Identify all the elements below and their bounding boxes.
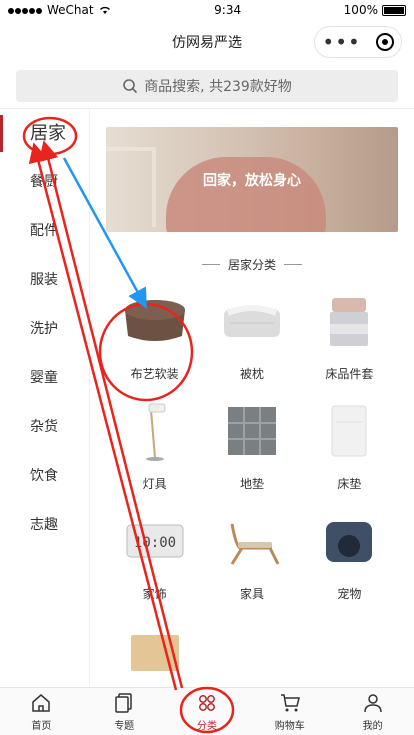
- subcategory-label: 宠物: [337, 587, 362, 601]
- subcategory-label: 被枕: [239, 367, 264, 381]
- search-wrapper: 商品搜索, 共239款好物: [0, 64, 414, 108]
- pouf-icon: [119, 285, 191, 357]
- tab-profile[interactable]: 我的: [331, 688, 414, 735]
- subcategory-item[interactable]: [106, 615, 203, 687]
- section-title: 居家分类: [106, 256, 398, 273]
- sidebar-item-food[interactable]: 饮食: [0, 452, 89, 501]
- home-icon: [32, 694, 51, 712]
- subcategory-label: 家饰: [142, 587, 167, 601]
- mattress-icon: [313, 395, 385, 467]
- category-main: 回家，放松身心 居家分类 布艺软装 被枕 床品件套 灯具 地垫 床垫 10:00…: [90, 109, 414, 687]
- topic-icon: [115, 693, 132, 713]
- category-sidebar: 居家 餐厨 配件 服装 洗护 婴童 杂货 饮食 志趣: [0, 109, 90, 687]
- tab-bar: 首页 专题 分类 购物车 我的: [0, 687, 414, 735]
- subcategory-label: 布艺软装: [130, 367, 179, 381]
- subcategory-item[interactable]: 床垫: [301, 395, 398, 491]
- tab-label: 专题: [114, 721, 135, 732]
- tab-label: 分类: [196, 721, 217, 732]
- battery-icon: [381, 4, 406, 16]
- svg-text:10:00: 10:00: [134, 535, 176, 551]
- lamp-icon: [119, 395, 191, 467]
- banner-shelf-illustration: [106, 147, 156, 227]
- subcategory-grid: 布艺软装 被枕 床品件套 灯具 地垫 床垫 10:00 家饰 家具 宠物: [106, 285, 398, 687]
- cart-icon: [280, 694, 300, 712]
- subcategory-item[interactable]: 布艺软装: [106, 285, 203, 381]
- user-icon: [363, 694, 382, 713]
- tab-topic[interactable]: 专题: [83, 688, 166, 735]
- sidebar-item-misc[interactable]: 杂货: [0, 403, 89, 452]
- page-title: 仿网易严选: [172, 35, 242, 51]
- banner-text: 回家，放松身心: [203, 172, 301, 189]
- sidebar-item-kitchen[interactable]: 餐厨: [0, 158, 89, 207]
- sidebar-item-baby[interactable]: 婴童: [0, 354, 89, 403]
- subcategory-item[interactable]: 床品件套: [301, 285, 398, 381]
- battery-label: 100%: [343, 3, 378, 17]
- sidebar-item-care[interactable]: 洗护: [0, 305, 89, 354]
- category-icon: [199, 695, 215, 711]
- search-icon: [123, 79, 138, 94]
- wifi-icon: [99, 6, 110, 14]
- subcategory-item[interactable]: 宠物: [301, 505, 398, 601]
- sidebar-item-hobby[interactable]: 志趣: [0, 501, 89, 550]
- subcategory-item[interactable]: 被枕: [203, 285, 300, 381]
- banner-beanbag-illustration: [166, 157, 326, 232]
- tab-home[interactable]: 首页: [0, 688, 83, 735]
- subcategory-label: 地垫: [239, 477, 264, 491]
- tab-cart[interactable]: 购物车: [248, 688, 331, 735]
- floor-mat-icon: [216, 395, 288, 467]
- divider: [201, 264, 220, 265]
- quilt-icon: [216, 285, 288, 357]
- wood-box-icon: [119, 615, 191, 687]
- category-banner[interactable]: 回家，放松身心: [106, 127, 398, 232]
- subcategory-label: 灯具: [142, 477, 167, 491]
- status-right: 100%: [344, 3, 406, 17]
- subcategory-label: 床品件套: [325, 367, 374, 381]
- search-placeholder: 商品搜索, 共239款好物: [144, 79, 292, 95]
- subcategory-label: 家具: [239, 587, 264, 601]
- content-area: 居家 餐厨 配件 服装 洗护 婴童 杂货 饮食 志趣 回家，放松身心 居家分类 …: [0, 108, 414, 687]
- subcategory-item[interactable]: 家具: [203, 505, 300, 601]
- section-title-label: 居家分类: [227, 258, 276, 272]
- status-bar: WeChat 9:34 100%: [0, 0, 414, 20]
- subcategory-item[interactable]: 地垫: [203, 395, 300, 491]
- sidebar-item-clothing[interactable]: 服装: [0, 256, 89, 305]
- close-target-icon[interactable]: [375, 33, 394, 51]
- tab-category[interactable]: 分类: [166, 688, 249, 735]
- subcategory-label: 床垫: [337, 477, 362, 491]
- more-icon[interactable]: •••: [322, 32, 360, 52]
- subcategory-item[interactable]: 10:00 家饰: [106, 505, 203, 601]
- search-input[interactable]: 商品搜索, 共239款好物: [16, 70, 398, 102]
- tab-label: 首页: [31, 721, 52, 732]
- carrier-label: WeChat: [47, 3, 94, 17]
- chair-icon: [216, 505, 288, 577]
- sidebar-item-home[interactable]: 居家: [0, 109, 89, 158]
- status-time: 9:34: [214, 3, 242, 17]
- sidebar-item-accessories[interactable]: 配件: [0, 207, 89, 256]
- divider: [284, 264, 302, 265]
- pet-house-icon: [313, 505, 385, 577]
- navigation-bar: 仿网易严选 •••: [0, 20, 414, 64]
- signal-icon: [8, 3, 43, 17]
- status-left: WeChat: [8, 3, 112, 17]
- bedding-set-icon: [313, 285, 385, 357]
- clock-icon: 10:00: [119, 505, 191, 577]
- subcategory-item[interactable]: 灯具: [106, 395, 203, 491]
- tab-label: 购物车: [274, 721, 305, 732]
- mini-program-capsule: •••: [314, 26, 402, 58]
- tab-label: 我的: [362, 721, 383, 732]
